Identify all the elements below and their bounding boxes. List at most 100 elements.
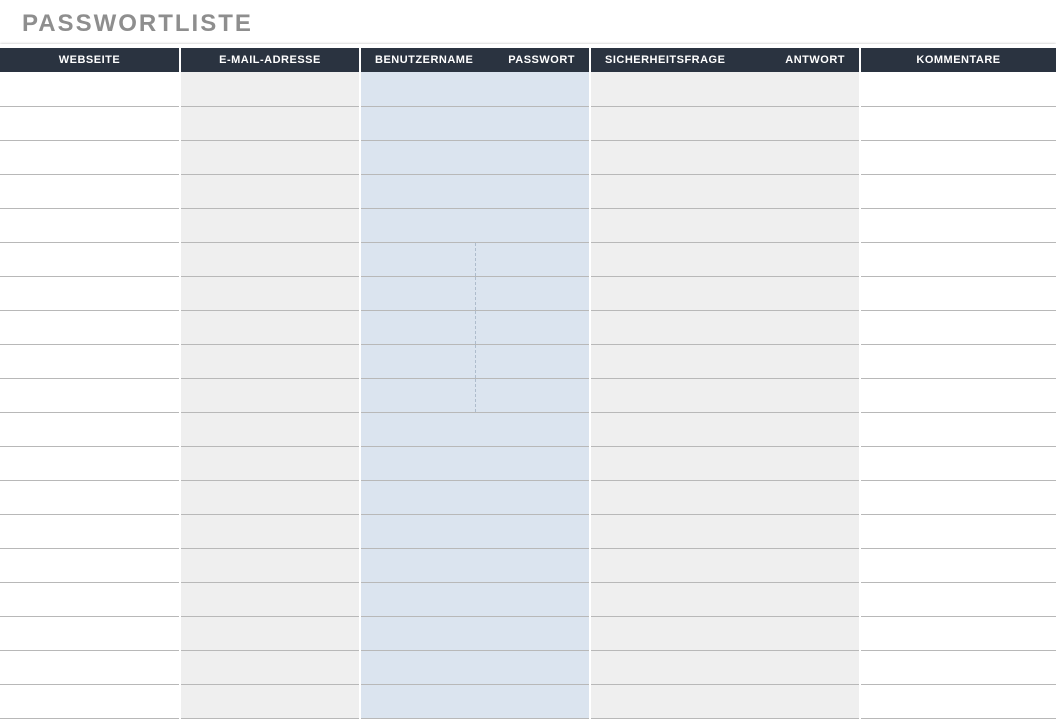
cell-email[interactable] [180,72,360,106]
cell-kommentare[interactable] [860,378,1056,412]
cell-antwort[interactable] [745,582,860,616]
cell-sicherheitsfrage[interactable] [590,208,745,242]
cell-webseite[interactable] [0,480,180,514]
cell-kommentare[interactable] [860,344,1056,378]
cell-webseite[interactable] [0,548,180,582]
cell-email[interactable] [180,344,360,378]
cell-kommentare[interactable] [860,446,1056,480]
cell-webseite[interactable] [0,72,180,106]
cell-benutzername[interactable] [360,480,475,514]
cell-email[interactable] [180,242,360,276]
cell-sicherheitsfrage[interactable] [590,378,745,412]
cell-kommentare[interactable] [860,650,1056,684]
cell-kommentare[interactable] [860,140,1056,174]
cell-email[interactable] [180,276,360,310]
cell-benutzername[interactable] [360,548,475,582]
cell-kommentare[interactable] [860,174,1056,208]
cell-kommentare[interactable] [860,276,1056,310]
cell-benutzername[interactable] [360,514,475,548]
cell-antwort[interactable] [745,106,860,140]
cell-webseite[interactable] [0,446,180,480]
cell-benutzername[interactable] [360,650,475,684]
cell-email[interactable] [180,140,360,174]
cell-benutzername[interactable] [360,106,475,140]
cell-antwort[interactable] [745,276,860,310]
cell-antwort[interactable] [745,514,860,548]
cell-kommentare[interactable] [860,616,1056,650]
cell-kommentare[interactable] [860,310,1056,344]
cell-email[interactable] [180,174,360,208]
cell-benutzername[interactable] [360,616,475,650]
cell-sicherheitsfrage[interactable] [590,514,745,548]
cell-passwort[interactable] [475,480,590,514]
cell-sicherheitsfrage[interactable] [590,548,745,582]
cell-webseite[interactable] [0,208,180,242]
cell-email[interactable] [180,480,360,514]
cell-webseite[interactable] [0,310,180,344]
cell-antwort[interactable] [745,548,860,582]
cell-kommentare[interactable] [860,582,1056,616]
cell-sicherheitsfrage[interactable] [590,480,745,514]
cell-email[interactable] [180,378,360,412]
cell-sicherheitsfrage[interactable] [590,242,745,276]
cell-sicherheitsfrage[interactable] [590,174,745,208]
cell-sicherheitsfrage[interactable] [590,582,745,616]
cell-email[interactable] [180,548,360,582]
cell-kommentare[interactable] [860,514,1056,548]
cell-email[interactable] [180,106,360,140]
cell-antwort[interactable] [745,72,860,106]
cell-sicherheitsfrage[interactable] [590,310,745,344]
cell-passwort[interactable] [475,582,590,616]
cell-webseite[interactable] [0,242,180,276]
cell-antwort[interactable] [745,616,860,650]
cell-benutzername[interactable] [360,446,475,480]
cell-kommentare[interactable] [860,106,1056,140]
cell-sicherheitsfrage[interactable] [590,140,745,174]
cell-passwort[interactable] [475,140,590,174]
cell-passwort[interactable] [475,548,590,582]
cell-kommentare[interactable] [860,412,1056,446]
cell-kommentare[interactable] [860,480,1056,514]
cell-webseite[interactable] [0,378,180,412]
cell-passwort[interactable] [475,616,590,650]
cell-antwort[interactable] [745,378,860,412]
cell-email[interactable] [180,582,360,616]
cell-kommentare[interactable] [860,242,1056,276]
cell-antwort[interactable] [745,344,860,378]
cell-antwort[interactable] [745,242,860,276]
cell-benutzername[interactable] [360,310,475,344]
cell-passwort[interactable] [475,174,590,208]
cell-sicherheitsfrage[interactable] [590,72,745,106]
cell-benutzername[interactable] [360,174,475,208]
cell-email[interactable] [180,650,360,684]
cell-webseite[interactable] [0,106,180,140]
cell-webseite[interactable] [0,412,180,446]
cell-webseite[interactable] [0,174,180,208]
cell-kommentare[interactable] [860,72,1056,106]
cell-sicherheitsfrage[interactable] [590,106,745,140]
cell-sicherheitsfrage[interactable] [590,276,745,310]
cell-email[interactable] [180,616,360,650]
cell-passwort[interactable] [475,310,590,344]
cell-benutzername[interactable] [360,242,475,276]
cell-benutzername[interactable] [360,140,475,174]
cell-email[interactable] [180,514,360,548]
cell-passwort[interactable] [475,208,590,242]
cell-passwort[interactable] [475,106,590,140]
cell-sicherheitsfrage[interactable] [590,616,745,650]
cell-kommentare[interactable] [860,208,1056,242]
cell-sicherheitsfrage[interactable] [590,650,745,684]
cell-antwort[interactable] [745,208,860,242]
cell-email[interactable] [180,446,360,480]
cell-passwort[interactable] [475,378,590,412]
cell-passwort[interactable] [475,650,590,684]
cell-webseite[interactable] [0,276,180,310]
cell-passwort[interactable] [475,276,590,310]
cell-antwort[interactable] [745,412,860,446]
cell-passwort[interactable] [475,344,590,378]
cell-antwort[interactable] [745,174,860,208]
cell-benutzername[interactable] [360,412,475,446]
cell-webseite[interactable] [0,582,180,616]
cell-sicherheitsfrage[interactable] [590,446,745,480]
cell-passwort[interactable] [475,242,590,276]
